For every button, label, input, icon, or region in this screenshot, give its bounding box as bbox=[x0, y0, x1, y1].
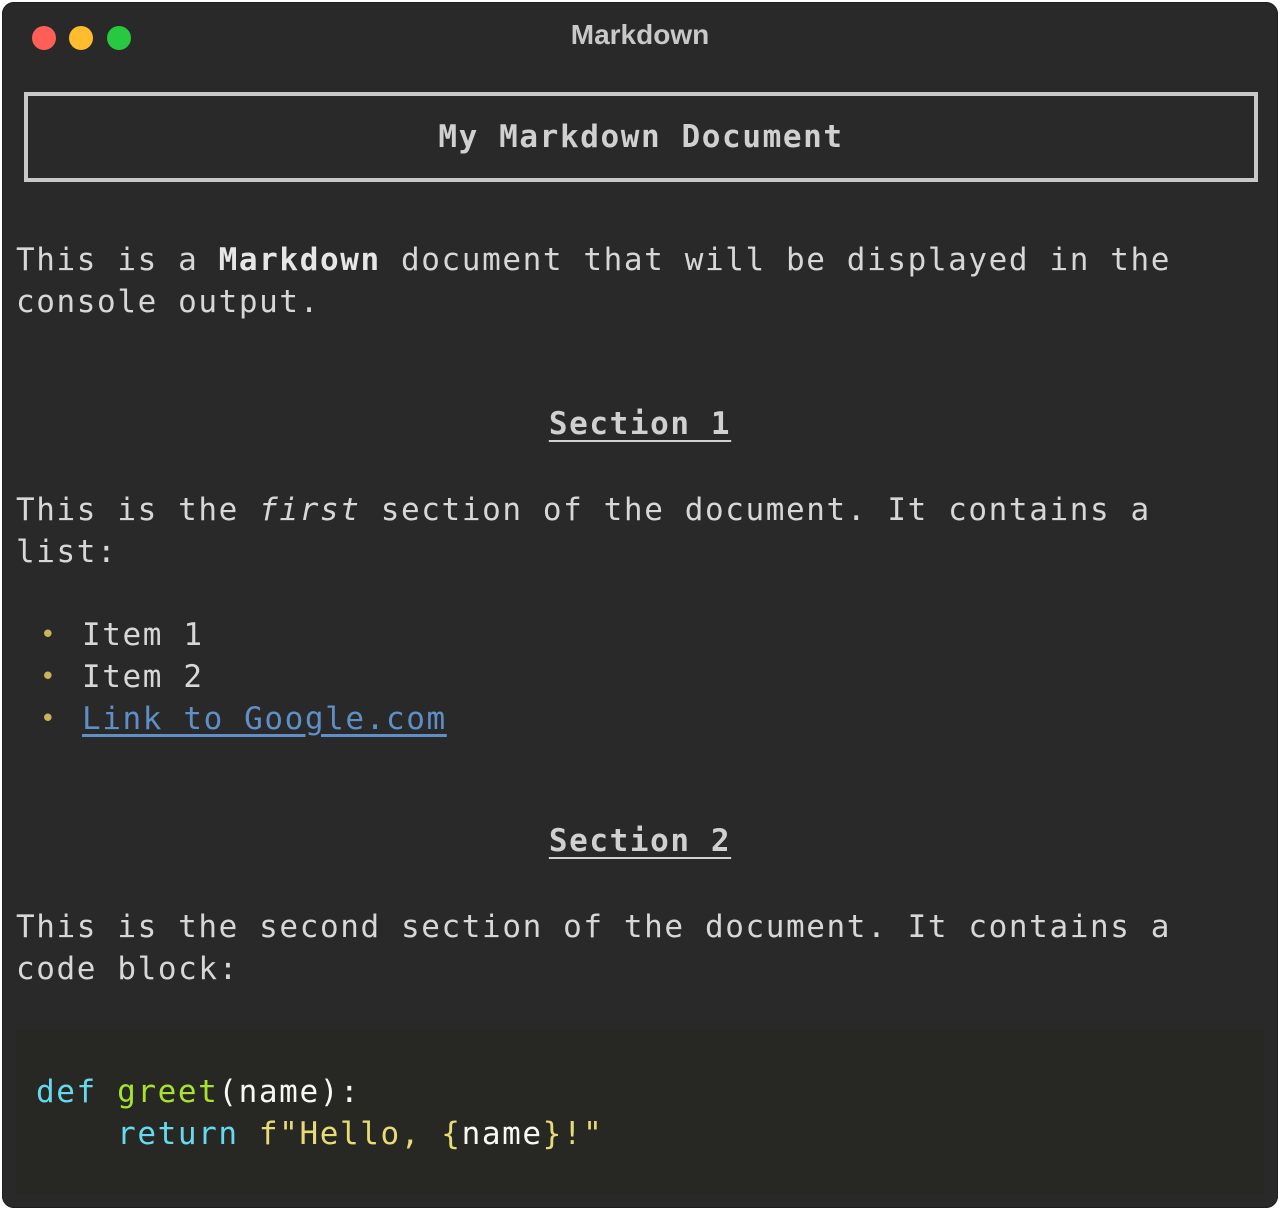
section-2-paragraph: This is the second section of the docume… bbox=[16, 907, 1171, 990]
bullet-icon: • bbox=[40, 704, 58, 734]
document-title: My Markdown Document bbox=[438, 119, 844, 155]
intro-text-end: document that will be displayed in the bbox=[380, 242, 1172, 278]
code-params: (name): bbox=[218, 1074, 361, 1110]
bullet-icon: • bbox=[40, 620, 58, 650]
document-title-box: My Markdown Document bbox=[24, 92, 1258, 182]
list-item-label: Item 1 bbox=[82, 617, 204, 653]
section-2-heading: Section 2 bbox=[548, 823, 732, 859]
google-link[interactable]: Link to Google.com bbox=[82, 698, 447, 740]
section-1-text-end: section of the document. It contains a bbox=[360, 492, 1151, 528]
code-string-end: }!" bbox=[542, 1116, 604, 1152]
code-block: def greet(name): return f"Hello, {name}!… bbox=[16, 1030, 1264, 1195]
terminal-window: Markdown My Markdown Document This is a … bbox=[2, 2, 1278, 1208]
section-1-heading: Section 1 bbox=[548, 406, 732, 442]
code-string-start: f"Hello, { bbox=[258, 1116, 462, 1152]
section-1-paragraph: This is the first section of the documen… bbox=[16, 490, 1151, 573]
intro-paragraph: This is a Markdown document that will be… bbox=[16, 240, 1171, 323]
list-item-label: Item 2 bbox=[82, 659, 204, 695]
bullet-icon: • bbox=[40, 662, 58, 692]
section-1-line-2: list: bbox=[16, 533, 118, 570]
code-function-name: greet bbox=[117, 1074, 219, 1110]
list-item: • Link to Google.com bbox=[40, 698, 447, 740]
title-bar: Markdown bbox=[2, 2, 1278, 72]
code-variable: name bbox=[461, 1116, 543, 1152]
section-1-text-start: This is the bbox=[16, 492, 260, 528]
bullet-list: • Item 1 • Item 2 • Link to Google.com bbox=[40, 614, 447, 740]
intro-bold-text: Markdown bbox=[218, 242, 381, 278]
list-item: • Item 1 bbox=[40, 614, 447, 656]
section-2-line-2: code block: bbox=[16, 950, 239, 987]
section-1-italic-text: first bbox=[259, 492, 361, 528]
code-keyword-def: def bbox=[36, 1074, 97, 1110]
code-line-2: return f"Hello, {name}!" bbox=[36, 1116, 603, 1152]
section-2-line-1: This is the second section of the docume… bbox=[16, 909, 1172, 945]
code-line-1: def greet(name): bbox=[36, 1074, 360, 1110]
window-title: Markdown bbox=[570, 19, 710, 50]
list-item: • Item 2 bbox=[40, 656, 447, 698]
intro-line-2: console output. bbox=[16, 283, 320, 320]
code-keyword-return: return bbox=[117, 1116, 239, 1152]
intro-text-start: This is a bbox=[16, 242, 219, 278]
